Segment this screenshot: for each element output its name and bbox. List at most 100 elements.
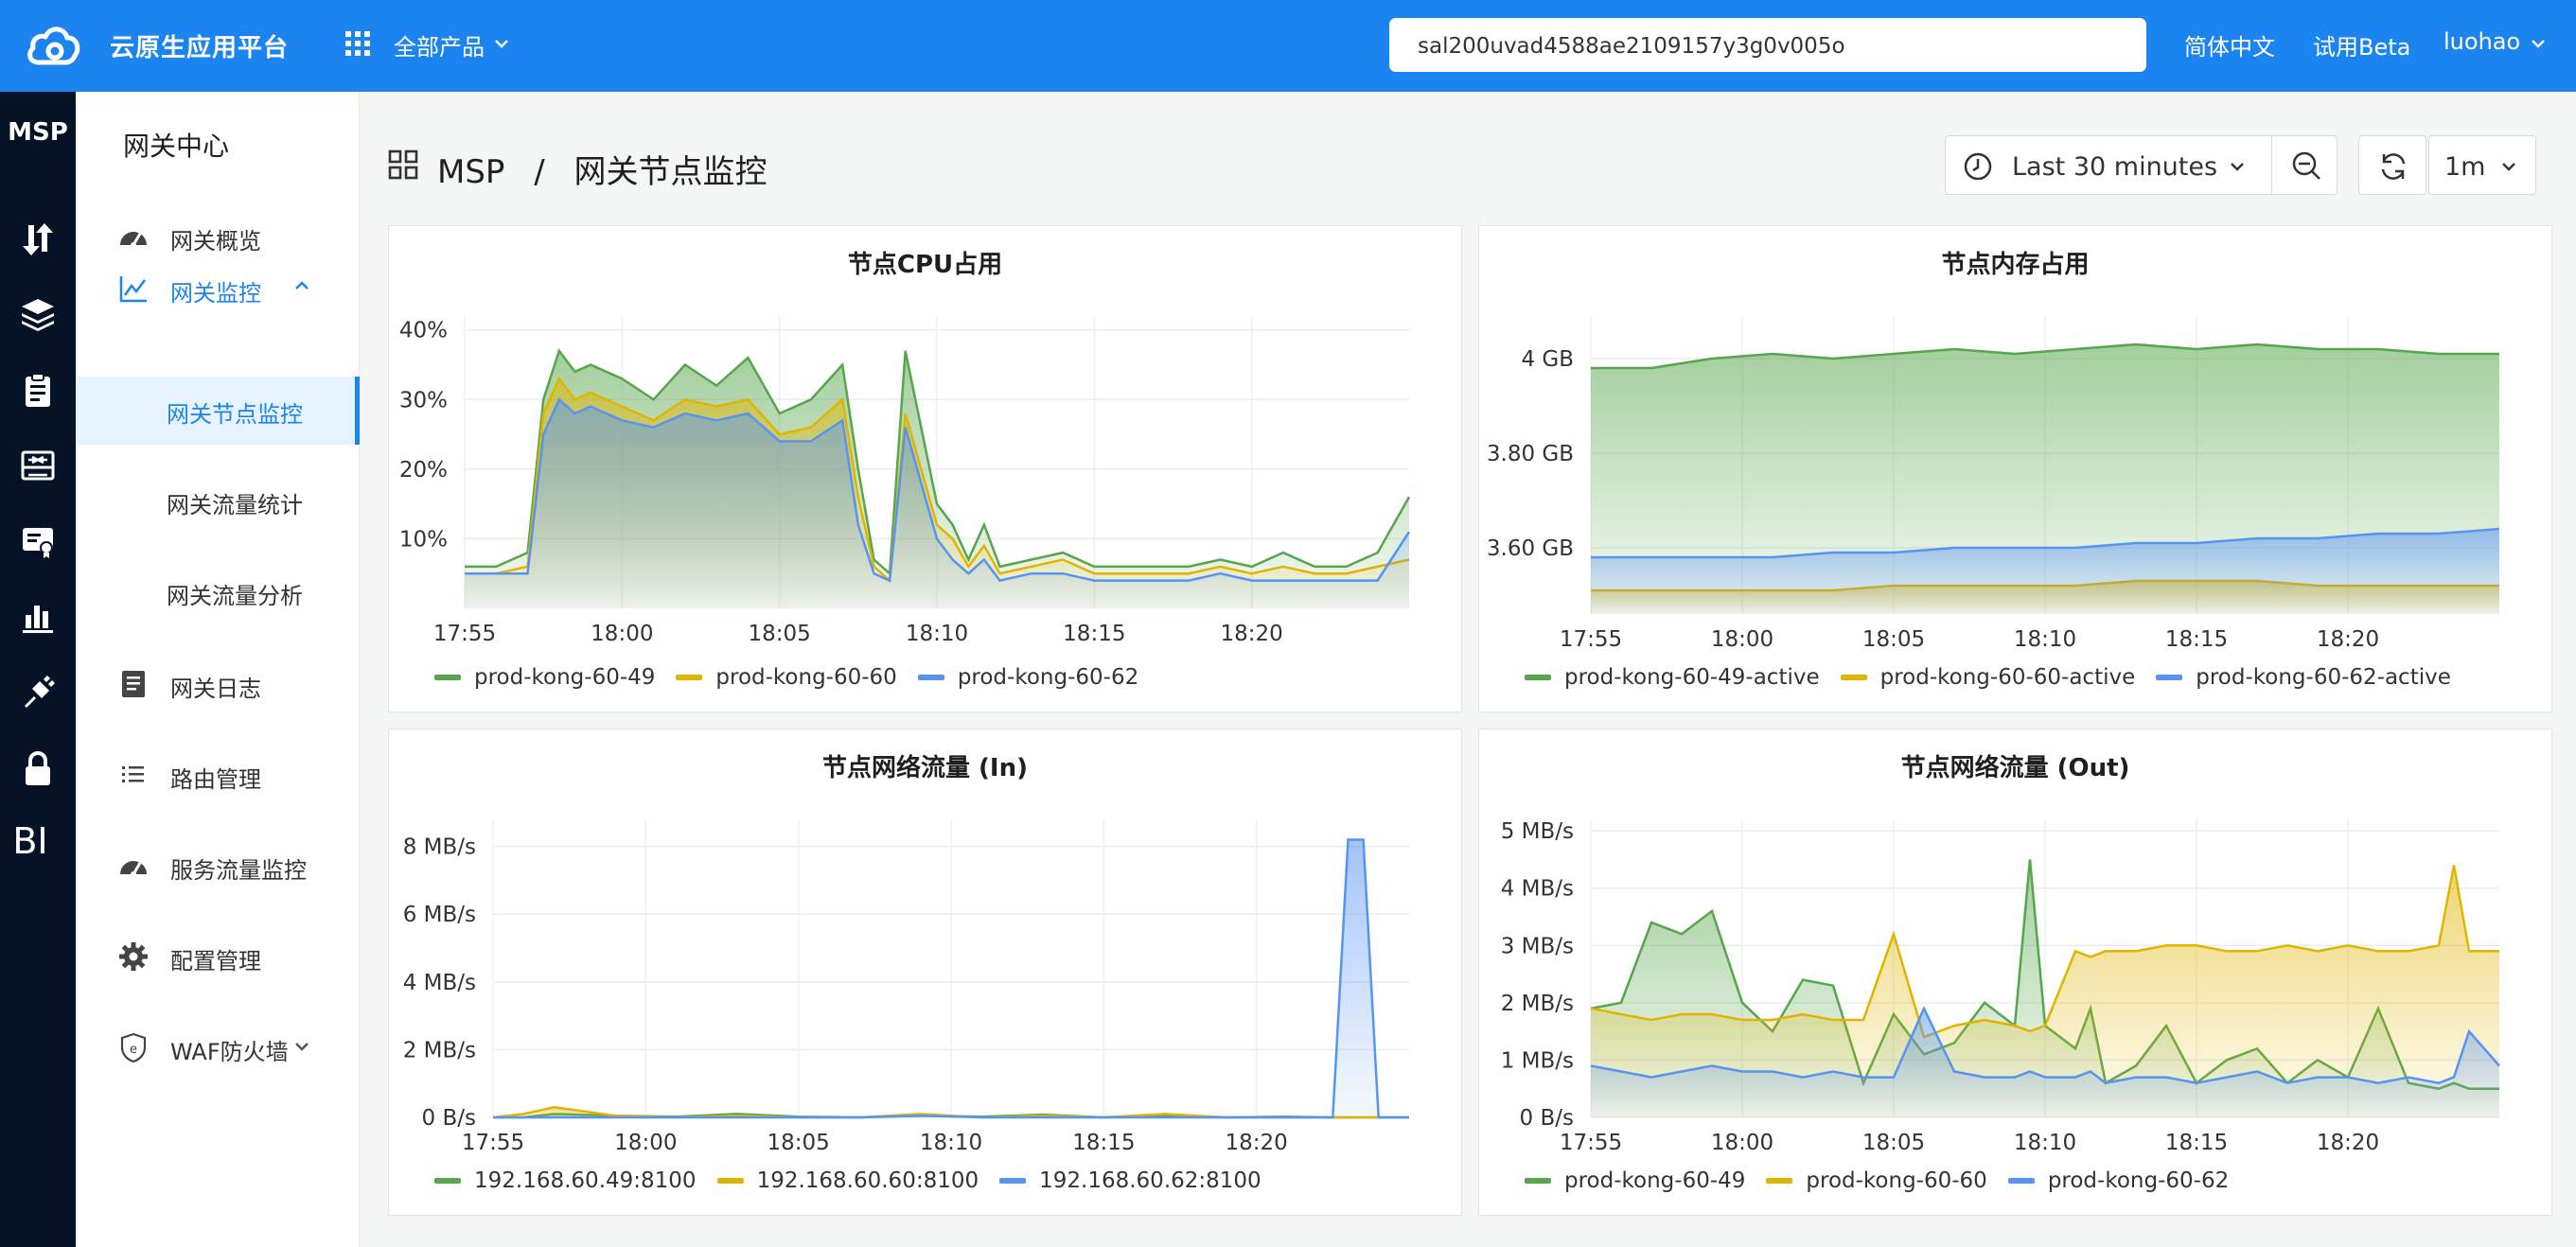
cloud-logo-icon[interactable]	[26, 21, 82, 70]
y-tick-label: 3 MB/s	[1501, 934, 1574, 958]
rail-gateway-icon[interactable]	[14, 442, 62, 489]
x-tick-label: 18:05	[1862, 1131, 1925, 1155]
legend-label: prod-kong-60-60	[715, 665, 897, 690]
list-icon	[122, 766, 144, 782]
menu-item-traffic-stats[interactable]: 网关流量统计	[76, 467, 360, 536]
y-tick-label: 8 MB/s	[403, 835, 476, 860]
all-products-menu[interactable]: 全部产品	[394, 28, 485, 61]
menu-item-route-management[interactable]: 路由管理	[76, 740, 360, 808]
x-tick-label: 17:55	[1560, 627, 1622, 652]
x-tick-label: 18:20	[1226, 1131, 1288, 1155]
cpu-usage-chart[interactable]: 10% 20% 30% 40% 17:55 18:00 18:05 18:10 18:15 18:…	[389, 226, 1463, 713]
menu-item-traffic-analysis[interactable]: 网关流量分析	[76, 558, 360, 626]
project-search-input[interactable]: sal200uvad4588ae2109157y3g0v005o	[1389, 18, 2146, 72]
y-tick-label: 20%	[399, 458, 448, 483]
menu-item-label: 网关日志	[170, 676, 261, 702]
rail-bar-chart-icon[interactable]	[14, 593, 62, 641]
legend-label: prod-kong-60-60	[1806, 1168, 1987, 1193]
legend-label: prod-kong-60-62-active	[2196, 665, 2451, 690]
memory-usage-chart[interactable]: 3.60 GB 3.80 GB 4 GB 17:55 18:00 18:05 18:10 18…	[1479, 226, 2553, 713]
x-tick-label: 18:00	[1711, 1131, 1773, 1155]
beta-link[interactable]: 试用Beta	[2313, 28, 2410, 61]
x-tick-label: 18:20	[2317, 627, 2379, 652]
y-tick-label: 4 MB/s	[1501, 877, 1574, 902]
chevron-down-icon[interactable]	[494, 38, 509, 49]
network-in-panel: 节点网络流量 (In) 0 B/s 2 MB/s 4 MB/s 6 MB/s 8 MB/…	[388, 729, 1462, 1216]
rail-bi-label[interactable]: BI	[0, 820, 61, 862]
menu-item-label: 配置管理	[170, 948, 261, 975]
refresh-interval-value: 1m	[2444, 152, 2486, 182]
legend-label: 192.168.60.62:8100	[1039, 1168, 1262, 1193]
zoom-out-icon[interactable]	[2290, 149, 2322, 182]
divider	[2271, 136, 2272, 194]
network-out-chart[interactable]: 0 B/s 1 MB/s 2 MB/s 3 MB/s 4 MB/s 5 MB/s 17:55…	[1479, 729, 2553, 1217]
refresh-interval-select[interactable]: 1m	[2428, 135, 2536, 195]
x-tick-label: 18:20	[2317, 1131, 2379, 1155]
menu-item-service-traffic[interactable]: 服务流量监控	[76, 831, 360, 899]
legend-label: 192.168.60.49:8100	[474, 1168, 697, 1193]
legend-item[interactable]: prod-kong-60-62	[917, 665, 1139, 690]
legend-label: prod-kong-60-62	[957, 665, 1139, 690]
rail-lock-icon[interactable]	[14, 745, 62, 792]
language-switch[interactable]: 简体中文	[2184, 28, 2275, 61]
brand-title[interactable]: 云原生应用平台	[110, 28, 289, 63]
legend-label: 192.168.60.60:8100	[756, 1168, 979, 1193]
top-bar: 云原生应用平台 全部产品 sal200uvad4588ae2109157y3g0…	[0, 0, 2576, 92]
refresh-button[interactable]	[2358, 135, 2426, 195]
network-in-chart[interactable]: 0 B/s 2 MB/s 4 MB/s 6 MB/s 8 MB/s 17:55 18:00 1…	[389, 729, 1463, 1217]
menu-item-waf[interactable]: e WAF防火墙	[76, 1012, 360, 1080]
rail-traffic-icon[interactable]	[14, 215, 62, 262]
rail-certificate-icon[interactable]	[14, 518, 62, 565]
legend-swatch	[2007, 1178, 2035, 1184]
app-grid-icon	[388, 149, 418, 180]
x-tick-label: 18:15	[2165, 627, 2228, 652]
breadcrumb: MSP / 网关节点监控	[437, 146, 786, 192]
dashboard-icon	[120, 232, 147, 248]
legend-item[interactable]: prod-kong-60-60	[1766, 1168, 1987, 1193]
x-tick-label: 18:10	[906, 622, 968, 646]
legend-swatch	[1525, 1178, 1551, 1184]
page-title: 网关节点监控	[573, 153, 768, 191]
app-grid-icon[interactable]	[344, 30, 371, 57]
legend-item[interactable]: prod-kong-60-49-active	[1525, 665, 1820, 690]
refresh-icon	[2381, 153, 2406, 180]
legend-swatch	[434, 675, 461, 680]
chevron-down-icon[interactable]	[293, 1041, 310, 1052]
menu-item-gateway-log[interactable]: 网关日志	[76, 649, 360, 717]
y-tick-label: 30%	[399, 388, 448, 413]
rail-plug-icon[interactable]	[14, 669, 62, 716]
x-tick-label: 18:15	[1063, 622, 1125, 646]
legend-item[interactable]: 192.168.60.60:8100	[716, 1168, 979, 1193]
menu-item-label: 网关概览	[170, 228, 261, 255]
side-menu: 网关中心 网关概览 网关监控 网关节点监控 网关流量统计 网关流量分析 网关日志…	[76, 92, 360, 1247]
menu-item-node-monitor[interactable]: 网关节点监控	[76, 377, 360, 445]
time-range-label: Last 30 minutes	[2012, 152, 2218, 182]
legend-item[interactable]: prod-kong-60-62-active	[2156, 665, 2451, 690]
menu-item-label: 网关流量分析	[167, 583, 303, 609]
legend-item[interactable]: 192.168.60.62:8100	[999, 1168, 1262, 1193]
legend-label: prod-kong-60-62	[2047, 1168, 2230, 1193]
legend-item[interactable]: prod-kong-60-49	[1525, 1168, 1745, 1193]
rail-title[interactable]: MSP	[0, 118, 76, 147]
y-tick-label: 0 B/s	[422, 1106, 476, 1131]
breadcrumb-root[interactable]: MSP	[437, 153, 504, 191]
legend-item[interactable]: prod-kong-60-49	[434, 665, 655, 690]
legend-item[interactable]: 192.168.60.49:8100	[434, 1168, 697, 1193]
legend-swatch	[1525, 675, 1551, 680]
user-menu[interactable]: luohao	[2444, 28, 2520, 55]
x-tick-label: 17:55	[1560, 1131, 1622, 1155]
y-tick-label: 2 MB/s	[403, 1038, 476, 1063]
time-range-picker[interactable]: Last 30 minutes	[1945, 135, 2338, 195]
menu-item-gateway-monitor[interactable]: 网关监控	[76, 254, 360, 322]
rail-layers-icon[interactable]	[14, 290, 62, 338]
legend-swatch	[1840, 675, 1867, 680]
rail-clipboard-icon[interactable]	[14, 366, 62, 413]
legend-item[interactable]: prod-kong-60-60	[676, 665, 897, 690]
legend-item[interactable]: prod-kong-60-62	[2007, 1168, 2230, 1193]
chevron-up-icon[interactable]	[293, 280, 310, 291]
y-tick-label: 4 GB	[1521, 347, 1574, 372]
legend-swatch	[716, 1178, 744, 1184]
legend-item[interactable]: prod-kong-60-60-active	[1840, 665, 2135, 690]
menu-item-config-management[interactable]: 配置管理	[76, 922, 360, 990]
chevron-down-icon[interactable]	[2531, 38, 2546, 49]
